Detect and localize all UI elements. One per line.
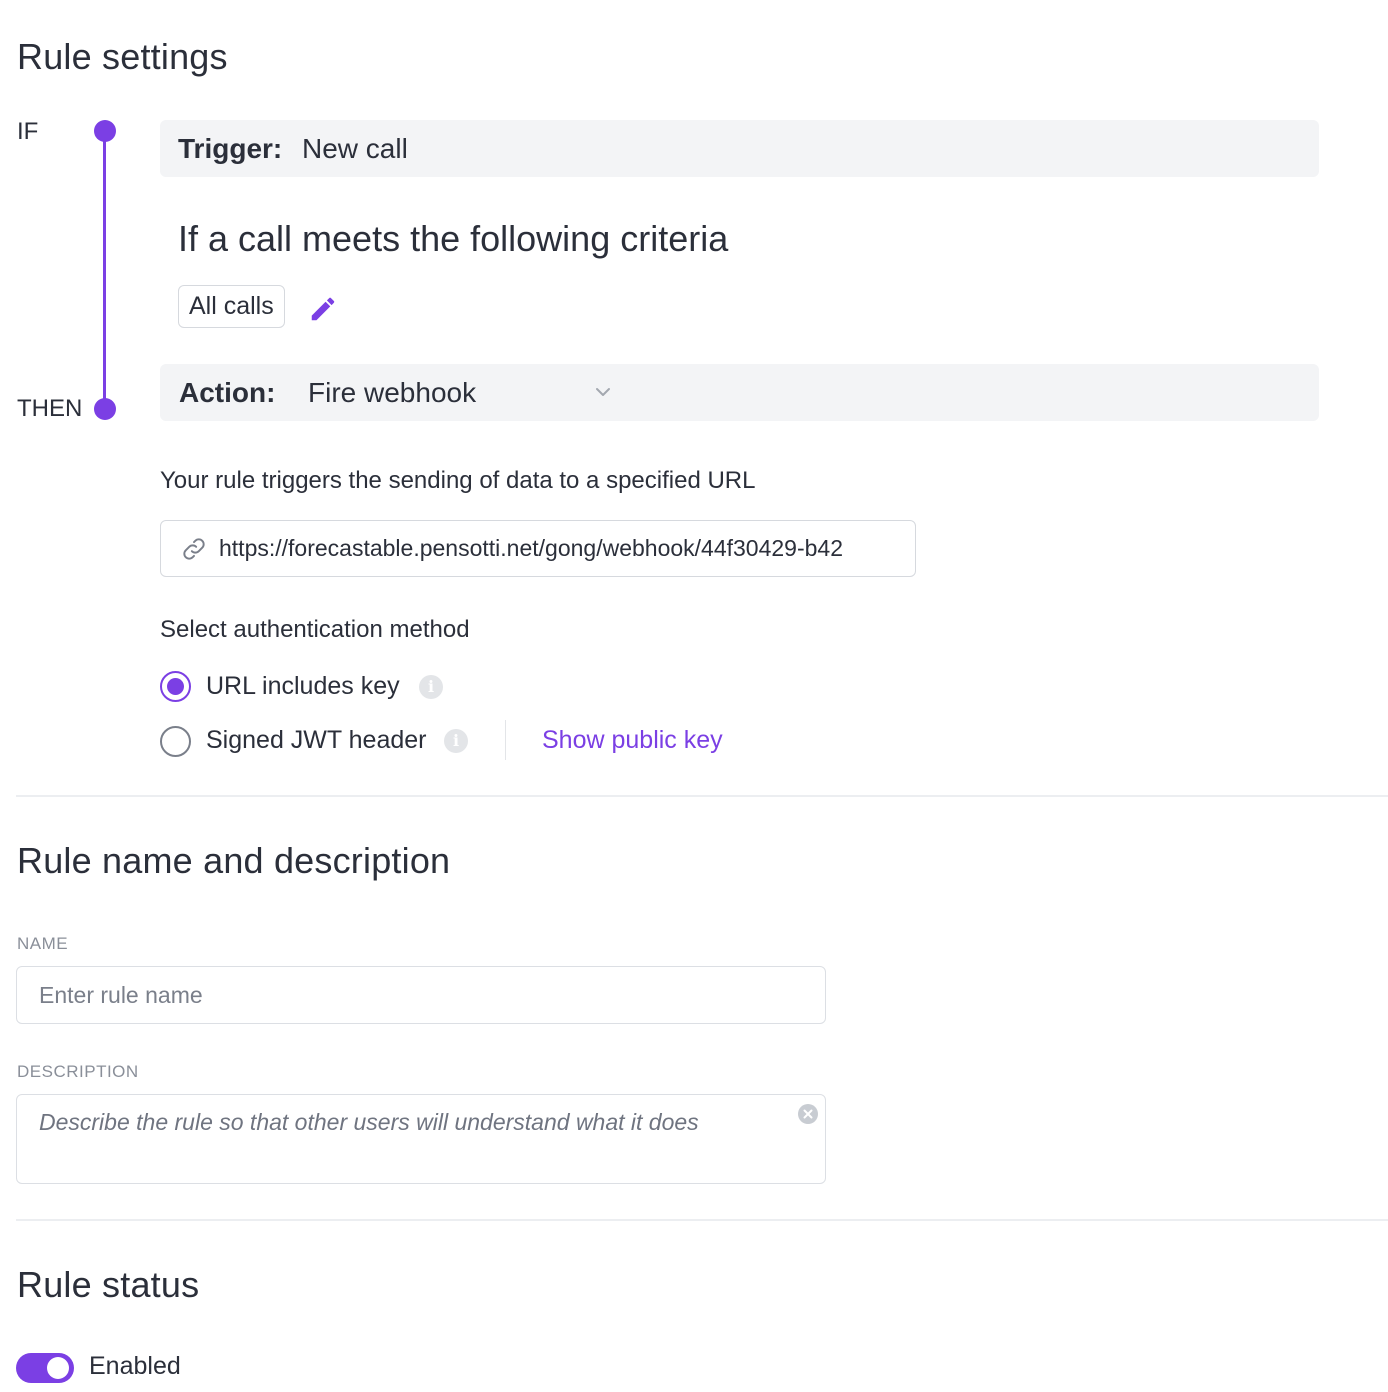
rule-name-input[interactable] [16,966,826,1024]
radio-label-signed-jwt-header[interactable]: Signed JWT header [206,726,427,755]
criteria-title: If a call meets the following criteria [178,218,729,259]
rule-name-title: Rule name and description [17,840,451,881]
radio-label-url-includes-key[interactable]: URL includes key [206,672,400,701]
pencil-icon[interactable] [308,294,338,324]
radio-url-includes-key[interactable] [160,671,191,702]
radio-signed-jwt-header[interactable] [160,726,191,757]
then-dot [94,398,116,420]
divider [16,1219,1388,1221]
timeline-line [103,131,106,409]
info-icon[interactable]: i [419,675,443,699]
rule-settings-title: Rule settings [17,36,228,77]
auth-method-label: Select authentication method [160,616,470,643]
description-label: DESCRIPTION [17,1062,139,1081]
webhook-description: Your rule triggers the sending of data t… [160,467,756,494]
rule-status-title: Rule status [17,1264,200,1305]
divider [505,720,506,760]
trigger-key: Trigger: [178,133,283,164]
divider [16,795,1388,797]
show-public-key-link[interactable]: Show public key [542,726,723,755]
clear-icon[interactable] [797,1103,819,1125]
if-dot [94,120,116,142]
action-dropdown[interactable]: Action: Fire webhook [160,364,1319,421]
criteria-chip[interactable]: All calls [178,285,285,328]
trigger-value: New call [302,133,408,164]
webhook-url-field[interactable]: https://forecastable.pensotti.net/gong/w… [160,520,916,577]
enabled-toggle[interactable] [16,1353,74,1383]
if-label: IF [17,118,39,145]
info-icon[interactable]: i [444,729,468,753]
enabled-toggle-label: Enabled [89,1352,181,1380]
then-label: THEN [17,395,83,422]
webhook-url-text: https://forecastable.pensotti.net/gong/w… [219,535,844,561]
trigger-bar[interactable]: Trigger: New call [160,120,1319,177]
name-label: NAME [17,934,69,953]
link-icon [183,538,205,560]
action-key: Action: [179,377,276,408]
rule-description-input[interactable] [16,1094,826,1184]
action-value: Fire webhook [308,377,477,408]
chevron-down-icon[interactable] [594,385,612,399]
